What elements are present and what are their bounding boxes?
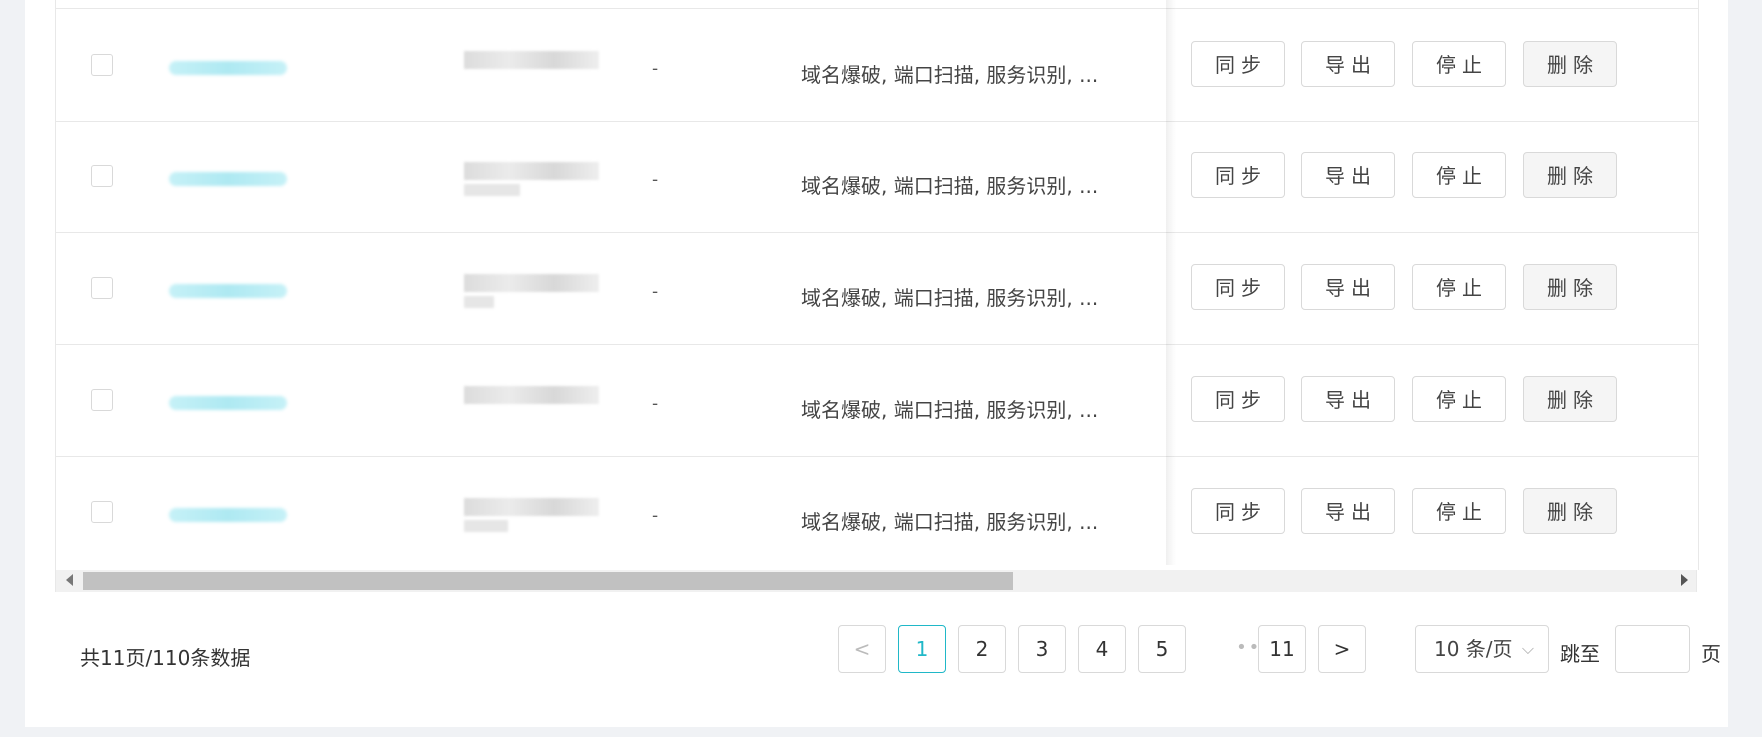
target-redacted xyxy=(464,274,599,292)
pagination-summary: 共11页/110条数据 xyxy=(80,646,251,670)
export-button[interactable]: 导出 xyxy=(1301,376,1395,422)
page-size-select[interactable]: 10 条/页 ⌵ xyxy=(1415,625,1549,673)
task-name-link-redacted[interactable] xyxy=(169,284,287,298)
task-name-link-redacted[interactable] xyxy=(169,61,287,75)
prev-page-button[interactable]: < xyxy=(838,625,886,673)
scan-types: 域名爆破, 端口扫描, 服务识别, ... xyxy=(801,174,1099,198)
delete-button[interactable]: 删除 xyxy=(1523,41,1617,87)
stop-button[interactable]: 停止 xyxy=(1412,488,1506,534)
row-checkbox[interactable] xyxy=(91,165,113,187)
target-redacted xyxy=(464,386,599,404)
table-row: - 域名爆破, 端口扫描, 服务识别, ... 同步 导出 停止 删除 xyxy=(56,8,1698,122)
target-redacted xyxy=(464,162,599,180)
scan-types: 域名爆破, 端口扫描, 服务识别, ... xyxy=(801,286,1099,310)
export-button[interactable]: 导出 xyxy=(1301,264,1395,310)
scan-types: 域名爆破, 端口扫描, 服务识别, ... xyxy=(801,510,1099,534)
row-checkbox[interactable] xyxy=(91,501,113,523)
table-row: - 域名爆破, 端口扫描, 服务识别, ... 同步 导出 停止 删除 xyxy=(56,120,1698,233)
export-button[interactable]: 导出 xyxy=(1301,488,1395,534)
page-3-button[interactable]: 3 xyxy=(1018,625,1066,673)
task-name-link-redacted[interactable] xyxy=(169,396,287,410)
table-row: - 域名爆破, 端口扫描, 服务识别, ... 同步 导出 停止 删除 xyxy=(56,344,1698,457)
chevron-left-icon: < xyxy=(853,637,871,661)
cell-dash: - xyxy=(652,394,659,414)
target-redacted-line2 xyxy=(464,296,494,308)
chevron-down-icon: ⌵ xyxy=(1521,639,1534,658)
sync-button[interactable]: 同步 xyxy=(1191,41,1285,87)
row-checkbox[interactable] xyxy=(91,389,113,411)
sync-button[interactable]: 同步 xyxy=(1191,376,1285,422)
delete-button[interactable]: 删除 xyxy=(1523,152,1617,198)
row-checkbox[interactable] xyxy=(91,277,113,299)
cell-dash: - xyxy=(652,170,659,190)
export-button[interactable]: 导出 xyxy=(1301,152,1395,198)
scan-types: 域名爆破, 端口扫描, 服务识别, ... xyxy=(801,398,1099,422)
stop-button[interactable]: 停止 xyxy=(1412,152,1506,198)
row-checkbox[interactable] xyxy=(91,54,113,76)
jump-page-input[interactable] xyxy=(1615,625,1690,673)
stop-button[interactable]: 停止 xyxy=(1412,41,1506,87)
page-1-button[interactable]: 1 xyxy=(898,625,946,673)
scan-types: 域名爆破, 端口扫描, 服务识别, ... xyxy=(801,63,1099,87)
cell-dash: - xyxy=(652,506,659,526)
page-suffix-label: 页 xyxy=(1701,642,1721,666)
fixed-column-shadow xyxy=(1166,0,1176,565)
sync-button[interactable]: 同步 xyxy=(1191,152,1285,198)
stop-button[interactable]: 停止 xyxy=(1412,264,1506,310)
content-card: - 域名爆破, 端口扫描, 服务识别, ... 同步 导出 停止 删除 - 域名… xyxy=(25,0,1728,727)
horizontal-scrollbar[interactable] xyxy=(55,570,1697,592)
page-size-value: 10 条/页 xyxy=(1434,637,1513,661)
table-row: - 域名爆破, 端口扫描, 服务识别, ... 同步 导出 停止 删除 xyxy=(56,232,1698,345)
target-redacted-line2 xyxy=(464,520,508,532)
sync-button[interactable]: 同步 xyxy=(1191,264,1285,310)
task-name-link-redacted[interactable] xyxy=(169,172,287,186)
target-redacted-line2 xyxy=(464,184,520,196)
export-button[interactable]: 导出 xyxy=(1301,41,1395,87)
delete-button[interactable]: 删除 xyxy=(1523,264,1617,310)
chevron-right-icon: > xyxy=(1333,637,1351,661)
page-4-button[interactable]: 4 xyxy=(1078,625,1126,673)
task-table: - 域名爆破, 端口扫描, 服务识别, ... 同步 导出 停止 删除 - 域名… xyxy=(55,0,1699,570)
page-11-button[interactable]: 11 xyxy=(1258,625,1306,673)
delete-button[interactable]: 删除 xyxy=(1523,376,1617,422)
page-2-button[interactable]: 2 xyxy=(958,625,1006,673)
target-redacted xyxy=(464,51,599,69)
jump-label: 跳至 xyxy=(1560,642,1600,666)
target-redacted xyxy=(464,498,599,516)
cell-dash: - xyxy=(652,59,659,79)
table-row: - 域名爆破, 端口扫描, 服务识别, ... 同步 导出 停止 删除 xyxy=(56,456,1698,568)
task-name-link-redacted[interactable] xyxy=(169,508,287,522)
page-5-button[interactable]: 5 xyxy=(1138,625,1186,673)
scroll-left-icon[interactable] xyxy=(66,574,73,586)
scrollbar-thumb[interactable] xyxy=(83,572,1013,590)
stop-button[interactable]: 停止 xyxy=(1412,376,1506,422)
sync-button[interactable]: 同步 xyxy=(1191,488,1285,534)
cell-dash: - xyxy=(652,282,659,302)
delete-button[interactable]: 删除 xyxy=(1523,488,1617,534)
next-page-button[interactable]: > xyxy=(1318,625,1366,673)
scroll-right-icon[interactable] xyxy=(1681,574,1688,586)
